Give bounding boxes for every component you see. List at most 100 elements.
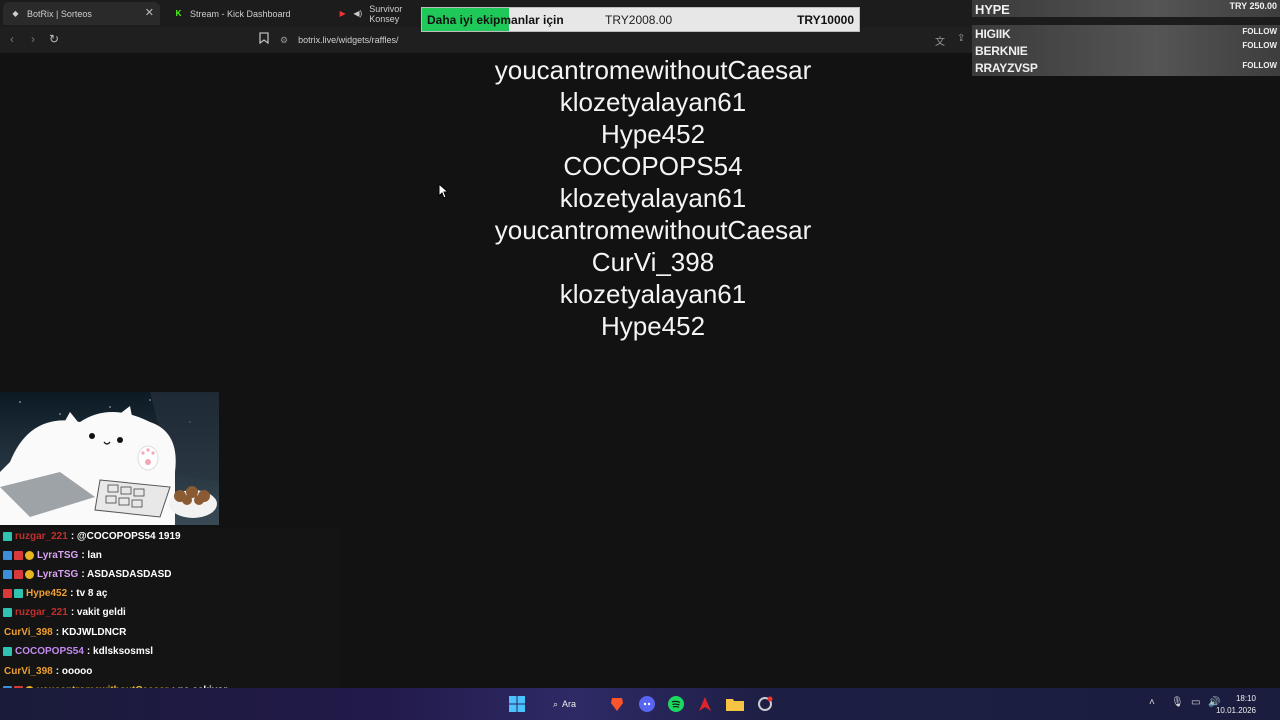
- site-info-icon[interactable]: ⚙: [280, 35, 288, 46]
- raffle-entry: COCOPOPS54: [563, 151, 743, 181]
- brave-browser-icon[interactable]: [610, 696, 624, 712]
- tab-label: Stream - Kick Dashboard: [190, 8, 291, 19]
- raffle-entry: CurVi_398: [591, 247, 715, 277]
- file-explorer-icon[interactable]: [726, 696, 744, 712]
- bot-badge-icon: [3, 569, 12, 579]
- goal-target-amount: TRY10000: [797, 13, 854, 27]
- raffle-entries-list: youcantromewithoutCaesar klozetyalayan61…: [432, 54, 874, 342]
- clock-time: 18:10: [1235, 694, 1256, 703]
- chat-message: LyraTSG: ASDASDASDASD: [3, 566, 172, 582]
- botrix-favicon-icon: ◆: [12, 9, 19, 18]
- network-icon[interactable]: ▭: [1191, 697, 1200, 708]
- tab-kick-dashboard[interactable]: K Stream - Kick Dashboard: [166, 2, 326, 25]
- chat-username: COCOPOPS54: [15, 645, 84, 657]
- chat-text: : @COCOPOPS54 1919: [70, 530, 181, 542]
- chat-message: ruzgar_221: @COCOPOPS54 1919: [3, 528, 181, 544]
- board-name: RRAYZVSP: [975, 61, 1038, 75]
- clock-date: 10.01.2026: [1215, 706, 1256, 715]
- red-badge-icon: [14, 569, 23, 579]
- tab-label: Survivor Konsey: [369, 3, 403, 24]
- windows-taskbar: ⌕ Ara ˄ 🎙 ▭ 🔊 18:10 10.01.2026: [0, 688, 1280, 720]
- board-name: BERKNIE: [975, 44, 1028, 58]
- red-badge-icon: [14, 550, 23, 560]
- raffle-entry: Hype452: [600, 311, 706, 341]
- start-button[interactable]: [509, 696, 525, 712]
- top-supporters-board: HYPE TRY 250.00 HIGIIK FOLLOW BERKNIE FO…: [972, 0, 1280, 76]
- chat-text: : KDJWLDNCR: [55, 626, 127, 638]
- system-clock[interactable]: 18:10 10.01.2026: [1216, 693, 1256, 717]
- bongo-cat-image: [0, 392, 219, 525]
- chat-username: ruzgar_221: [15, 530, 68, 542]
- chat-username: LyraTSG: [37, 549, 79, 561]
- youtube-favicon-icon: ▶: [339, 9, 346, 18]
- chat-username: ruzgar_221: [15, 606, 68, 618]
- spotify-icon[interactable]: [668, 696, 684, 712]
- goal-title: Daha iyi ekipmanlar için: [427, 13, 564, 27]
- gold-badge-icon: [25, 569, 34, 579]
- share-icon[interactable]: ⇪: [957, 33, 965, 44]
- green-badge-icon: [3, 607, 12, 617]
- chat-message: CurVi_398: ooooo: [3, 663, 92, 679]
- tab-botrix[interactable]: ◆ BotRix | Sorteos ✕: [3, 2, 160, 25]
- chat-text: : ASDASDASDASD: [81, 568, 172, 580]
- audio-playing-icon: ◀): [353, 9, 363, 18]
- board-row: BERKNIE FOLLOW: [972, 41, 1280, 59]
- tray-overflow-icon[interactable]: ˄: [1149, 697, 1155, 708]
- discord-icon[interactable]: [639, 696, 655, 712]
- chat-text: : kdlsksosmsl: [86, 645, 154, 657]
- chat-text: : tv 8 aç: [70, 587, 108, 599]
- board-value: FOLLOW: [1242, 27, 1277, 36]
- search-label: Ara: [562, 699, 577, 709]
- taskbar-search[interactable]: ⌕ Ara: [553, 696, 576, 712]
- chat-username: CurVi_398: [4, 665, 53, 677]
- windows-icon: [509, 696, 525, 712]
- screen: ◆ BotRix | Sorteos ✕ K Stream - Kick Das…: [0, 0, 1280, 720]
- chat-text: : ooooo: [55, 665, 93, 677]
- raffle-entry: klozetyalayan61: [559, 279, 747, 309]
- board-value: FOLLOW: [1242, 61, 1277, 70]
- chat-message: LyraTSG: lan: [3, 547, 102, 563]
- board-value: TRY 250.00: [1229, 1, 1277, 11]
- settings-app-icon[interactable]: [757, 696, 773, 712]
- raffle-entry: klozetyalayan61: [559, 183, 747, 213]
- chat-message: ruzgar_221: vakit geldi: [3, 604, 126, 620]
- forward-icon[interactable]: ›: [31, 32, 35, 46]
- board-name: HIGIIK: [975, 27, 1011, 41]
- raffle-entry: klozetyalayan61: [559, 87, 747, 117]
- board-value: FOLLOW: [1242, 41, 1277, 50]
- chat-text: : vakit geldi: [70, 606, 126, 618]
- tab-survivor[interactable]: ▶ ◀) Survivor Konsey: [331, 2, 423, 25]
- bookmark-icon[interactable]: [259, 32, 269, 47]
- chat-username: Hype452: [26, 587, 68, 599]
- url-text: botrix.live/widgets/raffles/: [298, 35, 399, 45]
- goal-current-amount: TRY2008.00: [605, 13, 673, 27]
- chat-message: COCOPOPS54: kdlsksosmsl: [3, 643, 153, 659]
- reload-icon[interactable]: ↻: [49, 32, 59, 46]
- raffle-entry: youcantromewithoutCaesar: [494, 215, 812, 245]
- green-badge-icon: [3, 646, 12, 656]
- kick-favicon-icon: K: [175, 9, 182, 18]
- green-badge-icon: [14, 588, 23, 598]
- translate-icon[interactable]: 文: [935, 33, 945, 48]
- back-icon[interactable]: ‹: [10, 32, 14, 46]
- address-bar[interactable]: ⚙ botrix.live/widgets/raffles/: [280, 30, 970, 50]
- app-icon[interactable]: [698, 696, 712, 712]
- board-row: HYPE TRY 250.00: [972, 0, 1280, 17]
- bot-badge-icon: [3, 550, 12, 560]
- mouse-cursor-icon: [438, 183, 448, 199]
- search-icon: ⌕: [553, 698, 559, 709]
- gold-badge-icon: [25, 550, 34, 560]
- board-row: HIGIIK FOLLOW: [972, 25, 1280, 42]
- raffle-entry: youcantromewithoutCaesar: [494, 55, 812, 85]
- chat-username: LyraTSG: [37, 568, 79, 580]
- chat-message: Hype452: tv 8 aç: [3, 585, 107, 601]
- board-name: HYPE: [975, 2, 1010, 17]
- board-row: RRAYZVSP FOLLOW: [972, 59, 1280, 76]
- chat-username: CurVi_398: [4, 626, 53, 638]
- chat-text: : lan: [81, 549, 102, 561]
- donation-goal: Daha iyi ekipmanlar için TRY2008.00 TRY1…: [421, 7, 860, 32]
- green-badge-icon: [3, 531, 12, 541]
- close-tab-icon[interactable]: ✕: [145, 6, 154, 19]
- raffle-entry: Hype452: [600, 119, 706, 149]
- microphone-icon[interactable]: 🎙: [1171, 697, 1184, 708]
